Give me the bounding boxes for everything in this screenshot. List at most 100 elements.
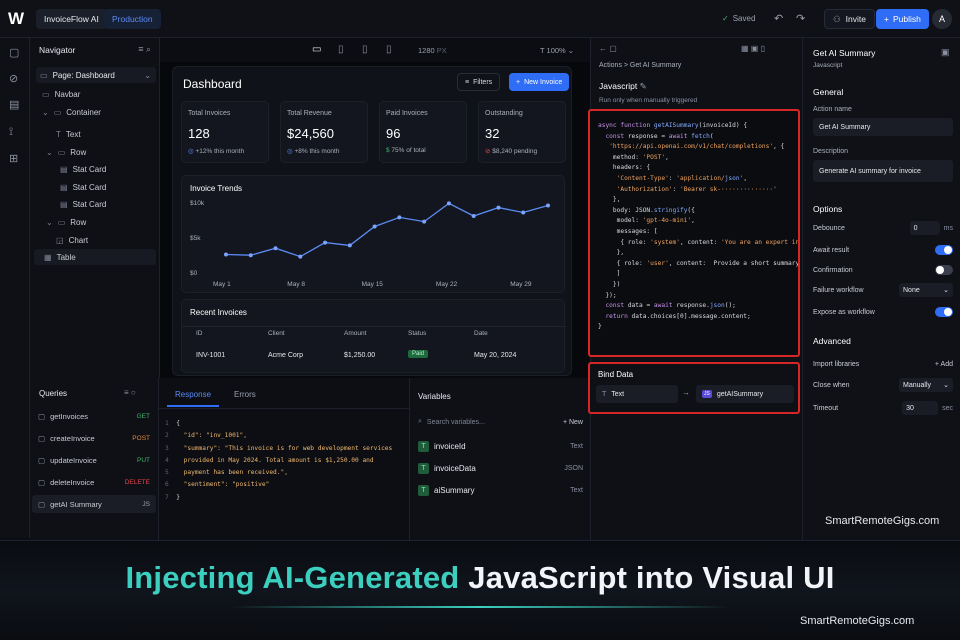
variable-item[interactable]: TinvoiceId Text: [418, 438, 583, 454]
data-point[interactable]: [372, 224, 377, 229]
data-point[interactable]: [248, 253, 253, 258]
code-editor[interactable]: async function getAISummary(invoiceId) {…: [588, 109, 800, 357]
avatar[interactable]: A: [932, 9, 952, 29]
file-icon: ▢: [38, 477, 46, 487]
project-switcher[interactable]: InvoiceFlow AI: [36, 9, 107, 29]
new-variable-button[interactable]: + New: [563, 419, 583, 426]
filter-icon[interactable]: ≡ ○: [124, 388, 136, 397]
timeout-input[interactable]: 30: [902, 401, 939, 415]
text-icon: T: [602, 390, 607, 398]
stat-card[interactable]: Paid Invoices 96 $ 75% of total: [379, 101, 467, 163]
components-icon[interactable]: ⊘: [9, 72, 18, 85]
back-icon[interactable]: ← ▢: [599, 44, 617, 53]
query-item[interactable]: ▢ deleteInvoice DELETE: [32, 473, 156, 491]
filters-button[interactable]: ≡ Filters: [457, 73, 501, 91]
page-selector[interactable]: ▭ Page: Dashboard ⌄: [36, 67, 156, 83]
code-line: model: 'gpt-4o-mini',: [598, 217, 695, 225]
text-type-icon: T: [418, 462, 429, 474]
data-point[interactable]: [446, 201, 451, 206]
data-point[interactable]: [347, 243, 352, 248]
tree-item-row[interactable]: ⌄ ▭ Row: [46, 214, 86, 230]
tree-item-chart[interactable]: ◲ Chart: [56, 232, 88, 248]
pages-icon[interactable]: ▢: [9, 46, 19, 59]
panel-toggle-icon[interactable]: ▣: [941, 47, 950, 58]
data-point[interactable]: [273, 246, 278, 251]
debounce-input[interactable]: 0: [909, 221, 940, 235]
desktop-icon[interactable]: ▭: [312, 44, 321, 55]
workflow-icon[interactable]: ⟟: [9, 126, 13, 139]
js-icon: JS: [702, 390, 712, 398]
close-select[interactable]: Manually ⌄: [899, 378, 953, 392]
edit-icon[interactable]: ✎: [640, 81, 647, 91]
data-point[interactable]: [471, 214, 476, 218]
bind-source[interactable]: T Text: [596, 385, 678, 403]
await-toggle[interactable]: [935, 245, 953, 255]
stat-card[interactable]: Outstanding 32 ⊘ $8,240 pending: [478, 101, 566, 163]
tablet-icon[interactable]: ▯: [338, 44, 344, 55]
tree-item-stat-card[interactable]: ▤ Stat Card: [60, 179, 106, 195]
stat-card[interactable]: Total Invoices 128 ◎ +12% this month: [181, 101, 269, 163]
mobile-icon[interactable]: ▯: [362, 44, 368, 55]
description-input[interactable]: Generate AI summary for invoice: [813, 160, 953, 182]
stat-sub: ⊘ $8,240 pending: [485, 148, 538, 155]
variable-item[interactable]: TinvoiceData JSON: [418, 460, 583, 476]
query-item[interactable]: ▢ createInvoice POST: [32, 429, 156, 447]
variable-item[interactable]: TaiSummary Text: [418, 482, 583, 498]
data-point[interactable]: [224, 252, 228, 257]
undo-icon[interactable]: ↶: [774, 12, 783, 25]
data-point[interactable]: [422, 219, 427, 224]
zoom-level[interactable]: T 100% ⌄: [540, 46, 574, 55]
app-logo[interactable]: W: [8, 9, 24, 29]
tab-errors[interactable]: Errors: [234, 390, 256, 399]
redo-icon[interactable]: ↷: [796, 12, 805, 25]
environment-badge[interactable]: Production: [104, 9, 161, 29]
invite-button[interactable]: ⚇ Invite: [824, 9, 875, 29]
tree-item-navbar[interactable]: ▭ Navbar: [42, 86, 80, 102]
confirmation-toggle[interactable]: [935, 265, 953, 275]
tree-item-stat-card[interactable]: ▤ Stat Card: [60, 196, 106, 212]
tree-item-row[interactable]: ⌄ ▭ Row: [46, 144, 86, 160]
tree-item-table[interactable]: ▦ Table: [34, 249, 156, 265]
stat-label: Total Revenue: [287, 110, 332, 117]
filter-icon[interactable]: ≡ ⌕: [138, 44, 151, 55]
data-icon[interactable]: ▤: [9, 98, 19, 111]
data-point[interactable]: [298, 254, 303, 259]
data-point[interactable]: [323, 240, 328, 245]
box-icon: ▭: [53, 107, 62, 117]
tree-item-container[interactable]: ⌄ ▭ Container: [42, 104, 101, 120]
action-name-input[interactable]: Get AI Summary: [813, 118, 953, 136]
col-status: Status: [408, 330, 427, 337]
add-library-button[interactable]: + Add: [935, 361, 953, 368]
small-mobile-icon[interactable]: ▯: [386, 44, 392, 55]
watermark: SmartRemoteGigs.com: [825, 515, 940, 527]
tree-item-text[interactable]: T Text: [56, 126, 81, 142]
x-tick-label: May 8: [287, 281, 305, 288]
canvas-width[interactable]: 1280 PX: [418, 46, 447, 55]
data-point[interactable]: [397, 215, 402, 220]
left-rail: ▢ ⊘ ▤ ⟟ ⊞: [0, 38, 30, 538]
data-point[interactable]: [496, 205, 501, 210]
row-icon: ▭: [57, 217, 66, 227]
x-tick-label: May 1: [213, 281, 231, 288]
query-item[interactable]: ▢ updateInvoice PUT: [32, 451, 156, 469]
data-point[interactable]: [521, 210, 526, 215]
bind-target[interactable]: JS getAISummary: [696, 385, 794, 403]
response-text: }: [176, 493, 180, 501]
tree-item-stat-card[interactable]: ▤ Stat Card: [60, 161, 106, 177]
new-invoice-button[interactable]: + New Invoice: [509, 73, 570, 91]
filter-icon: ≡: [465, 78, 470, 86]
tab-response[interactable]: Response: [175, 390, 211, 399]
query-item-selected[interactable]: ▢ getAI Summary JS: [32, 495, 156, 513]
y-tick-label: $5k: [190, 235, 201, 242]
stat-card[interactable]: Total Revenue $24,560 ◎ +8% this month: [280, 101, 368, 163]
publish-button[interactable]: + Publish: [876, 9, 929, 29]
data-point[interactable]: [546, 203, 550, 208]
line-chart: $10k $5k $0 May 1 May 8 May 15 May 22 May 29: [190, 200, 550, 288]
query-item[interactable]: ▢ getInvoices GET: [32, 407, 156, 425]
expose-toggle[interactable]: [935, 307, 953, 317]
variables-search[interactable]: ⌕ Search variables... + New: [418, 414, 583, 430]
plugins-icon[interactable]: ⊞: [9, 152, 18, 165]
divider: [182, 326, 566, 327]
layout-icon[interactable]: ▦ ▣ ▯: [741, 44, 765, 53]
failure-select[interactable]: None ⌄: [899, 283, 953, 297]
